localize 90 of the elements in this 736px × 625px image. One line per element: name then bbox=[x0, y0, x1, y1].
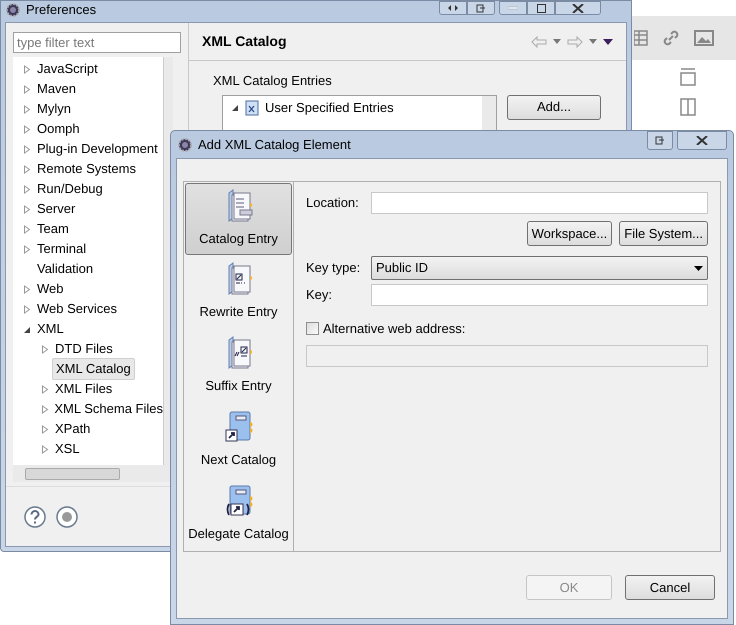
expand-icon[interactable] bbox=[23, 64, 31, 74]
expand-icon[interactable] bbox=[23, 164, 31, 174]
tree-item[interactable]: Server bbox=[37, 199, 76, 219]
maximize-icon bbox=[536, 4, 546, 12]
maximize-button[interactable] bbox=[527, 1, 555, 15]
expand-icon[interactable] bbox=[23, 184, 31, 194]
restore-button[interactable] bbox=[439, 1, 467, 15]
tree-item[interactable]: JavaScript bbox=[37, 59, 98, 79]
expand-icon[interactable] bbox=[41, 384, 49, 394]
browse-button[interactable]: Workspace... bbox=[526, 221, 612, 246]
minimize-icon bbox=[508, 6, 518, 10]
catalog-type-option[interactable]: Delegate Catalog bbox=[184, 477, 293, 551]
tree-item[interactable]: XML Files bbox=[55, 379, 112, 399]
browse-button[interactable]: File System... bbox=[619, 221, 708, 246]
resize-icon bbox=[448, 4, 458, 12]
table-icon bbox=[634, 30, 648, 46]
menu-icon[interactable] bbox=[603, 38, 613, 44]
pin-icon bbox=[476, 4, 486, 12]
add-button[interactable]: Add... bbox=[507, 94, 601, 120]
caret-icon[interactable] bbox=[589, 39, 597, 44]
key-label: Key: bbox=[306, 286, 334, 304]
expand-icon[interactable] bbox=[23, 84, 31, 94]
tree-item[interactable]: Validation bbox=[37, 259, 94, 279]
checkbox-label: Alternative web address: bbox=[323, 320, 466, 338]
panel-top-icon bbox=[680, 68, 696, 86]
tree-item[interactable]: XML Schema Files bbox=[54, 399, 163, 419]
key-type-dropdown[interactable]: Public ID bbox=[371, 256, 708, 280]
collapse-icon[interactable] bbox=[23, 324, 31, 334]
tree-item[interactable]: DTD Files bbox=[55, 339, 113, 359]
gear-icon bbox=[177, 136, 193, 152]
pin-icon bbox=[655, 136, 665, 145]
page-title: XML Catalog bbox=[202, 32, 287, 51]
columns-icon bbox=[680, 98, 696, 116]
record-icon[interactable] bbox=[56, 506, 78, 528]
tree-item[interactable]: Oomph bbox=[37, 119, 80, 139]
tree-item[interactable]: Web Services bbox=[37, 299, 117, 319]
caret-icon[interactable] bbox=[553, 39, 561, 44]
catalog-type-option[interactable]: Catalog Entry bbox=[185, 183, 292, 255]
tree-item[interactable]: XPath bbox=[55, 419, 90, 439]
catalog-type-option[interactable]: Suffix Entry bbox=[184, 329, 293, 403]
expand-icon[interactable] bbox=[23, 104, 31, 114]
expand-icon[interactable] bbox=[23, 204, 31, 214]
close-icon bbox=[572, 4, 584, 12]
expand-icon[interactable] bbox=[41, 424, 49, 434]
close-button[interactable] bbox=[677, 131, 727, 150]
expand-icon[interactable] bbox=[41, 344, 49, 354]
link-icon bbox=[662, 29, 680, 47]
catalog-type-option[interactable]: Rewrite Entry bbox=[184, 255, 293, 329]
gear-icon bbox=[5, 2, 21, 18]
tree-item[interactable]: Plug-in Development bbox=[37, 139, 158, 159]
filter-field[interactable]: type filter text bbox=[13, 32, 181, 53]
tree-item[interactable]: XML bbox=[37, 319, 64, 339]
location-field[interactable] bbox=[371, 192, 708, 214]
catalog-type-option[interactable]: Next Catalog bbox=[184, 403, 293, 477]
tree-item[interactable]: Remote Systems bbox=[37, 159, 136, 179]
collapse-icon[interactable] bbox=[231, 103, 239, 112]
expand-icon[interactable] bbox=[23, 244, 31, 254]
tree-item[interactable]: Run/Debug bbox=[37, 179, 103, 199]
tree-item[interactable]: Mylyn bbox=[37, 99, 71, 119]
help-icon[interactable] bbox=[24, 506, 46, 528]
window-title: Preferences bbox=[26, 0, 96, 19]
checkbox[interactable] bbox=[306, 322, 319, 336]
window-title: Add XML Catalog Element bbox=[198, 136, 351, 154]
image-icon bbox=[694, 30, 714, 46]
expand-icon[interactable] bbox=[23, 284, 31, 294]
caret-icon bbox=[694, 266, 703, 270]
tree-item[interactable]: Maven bbox=[37, 79, 76, 99]
key-field[interactable] bbox=[371, 284, 708, 306]
close-icon bbox=[696, 136, 708, 145]
tree-item[interactable]: XML Catalog bbox=[52, 358, 135, 380]
tree-item[interactable]: XSL bbox=[55, 439, 80, 459]
catalog-file-icon bbox=[245, 100, 259, 116]
back-icon[interactable] bbox=[531, 36, 547, 48]
expand-icon[interactable] bbox=[41, 444, 49, 454]
key-type-label: Key type: bbox=[306, 259, 361, 278]
tree-item[interactable]: Web bbox=[37, 279, 64, 299]
pin-button[interactable] bbox=[467, 1, 495, 15]
expand-icon[interactable] bbox=[23, 144, 31, 154]
forward-icon[interactable] bbox=[567, 36, 583, 48]
expand-icon[interactable] bbox=[23, 304, 31, 314]
tree-item[interactable]: Team bbox=[37, 219, 69, 239]
expand-icon[interactable] bbox=[23, 124, 31, 134]
dialog-button[interactable]: Cancel bbox=[625, 575, 715, 600]
location-label: Location: bbox=[306, 194, 360, 212]
close-button[interactable] bbox=[555, 1, 601, 15]
expand-icon[interactable] bbox=[41, 404, 49, 414]
group-label: XML Catalog Entries bbox=[213, 73, 332, 88]
expand-icon[interactable] bbox=[23, 224, 31, 234]
tree-item[interactable]: Terminal bbox=[37, 239, 86, 259]
pin-button[interactable] bbox=[647, 131, 673, 150]
